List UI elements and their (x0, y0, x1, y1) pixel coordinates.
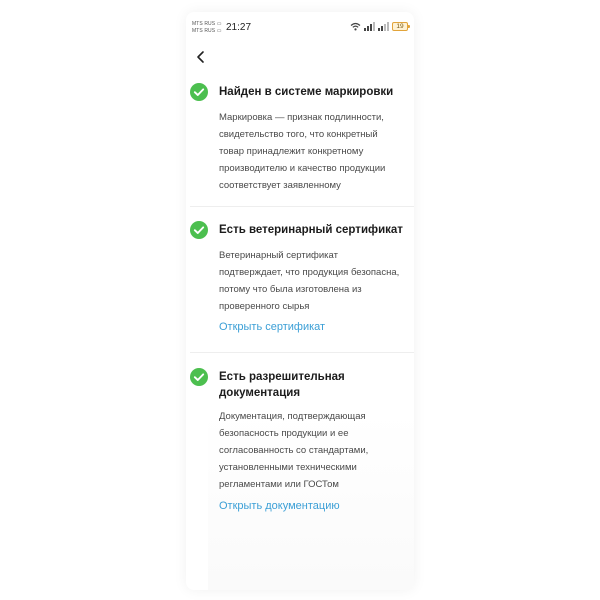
section-marking: Найден в системе маркировки Маркировка —… (190, 83, 410, 193)
phone-screen: MTS RUS ▭ MTS RUS ▭ 21:27 19 Найден в си… (186, 12, 414, 590)
carrier-1: MTS RUS ▭ (192, 21, 222, 27)
section-description: Маркировка — признак подлинности, свидет… (219, 112, 386, 191)
section-vet-certificate: Есть ветеринарный сертификат Ветеринарны… (190, 221, 410, 351)
section-title: Есть разрешительная документация (219, 371, 345, 399)
open-certificate-link[interactable]: Открыть сертификат (219, 321, 325, 333)
signal-icon (364, 22, 375, 31)
signal-icon-2 (378, 22, 389, 31)
divider (190, 352, 414, 353)
section-title: Есть ветеринарный сертификат (219, 224, 403, 236)
carrier-info: MTS RUS ▭ MTS RUS ▭ (192, 21, 222, 35)
section-permits: Есть разрешительная документация Докумен… (190, 368, 410, 538)
section-description: Ветеринарный сертификат подтверждает, чт… (219, 250, 400, 312)
check-circle-icon (190, 83, 208, 101)
battery-icon: 19 (392, 22, 410, 31)
check-circle-icon (190, 221, 208, 239)
status-bar: MTS RUS ▭ MTS RUS ▭ 21:27 19 (192, 20, 410, 38)
carrier-2: MTS RUS ▭ (192, 28, 222, 34)
open-documentation-link[interactable]: Открыть документацию (219, 500, 340, 512)
system-icons: 19 (350, 22, 410, 31)
section-title: Найден в системе маркировки (219, 86, 394, 98)
wifi-icon (350, 22, 361, 31)
section-description: Документация, подтверждающая безопасност… (219, 411, 369, 490)
check-circle-icon (190, 368, 208, 386)
divider (190, 206, 414, 207)
chevron-left-icon (197, 51, 204, 63)
status-time: 21:27 (226, 22, 252, 33)
back-button[interactable] (194, 50, 208, 64)
